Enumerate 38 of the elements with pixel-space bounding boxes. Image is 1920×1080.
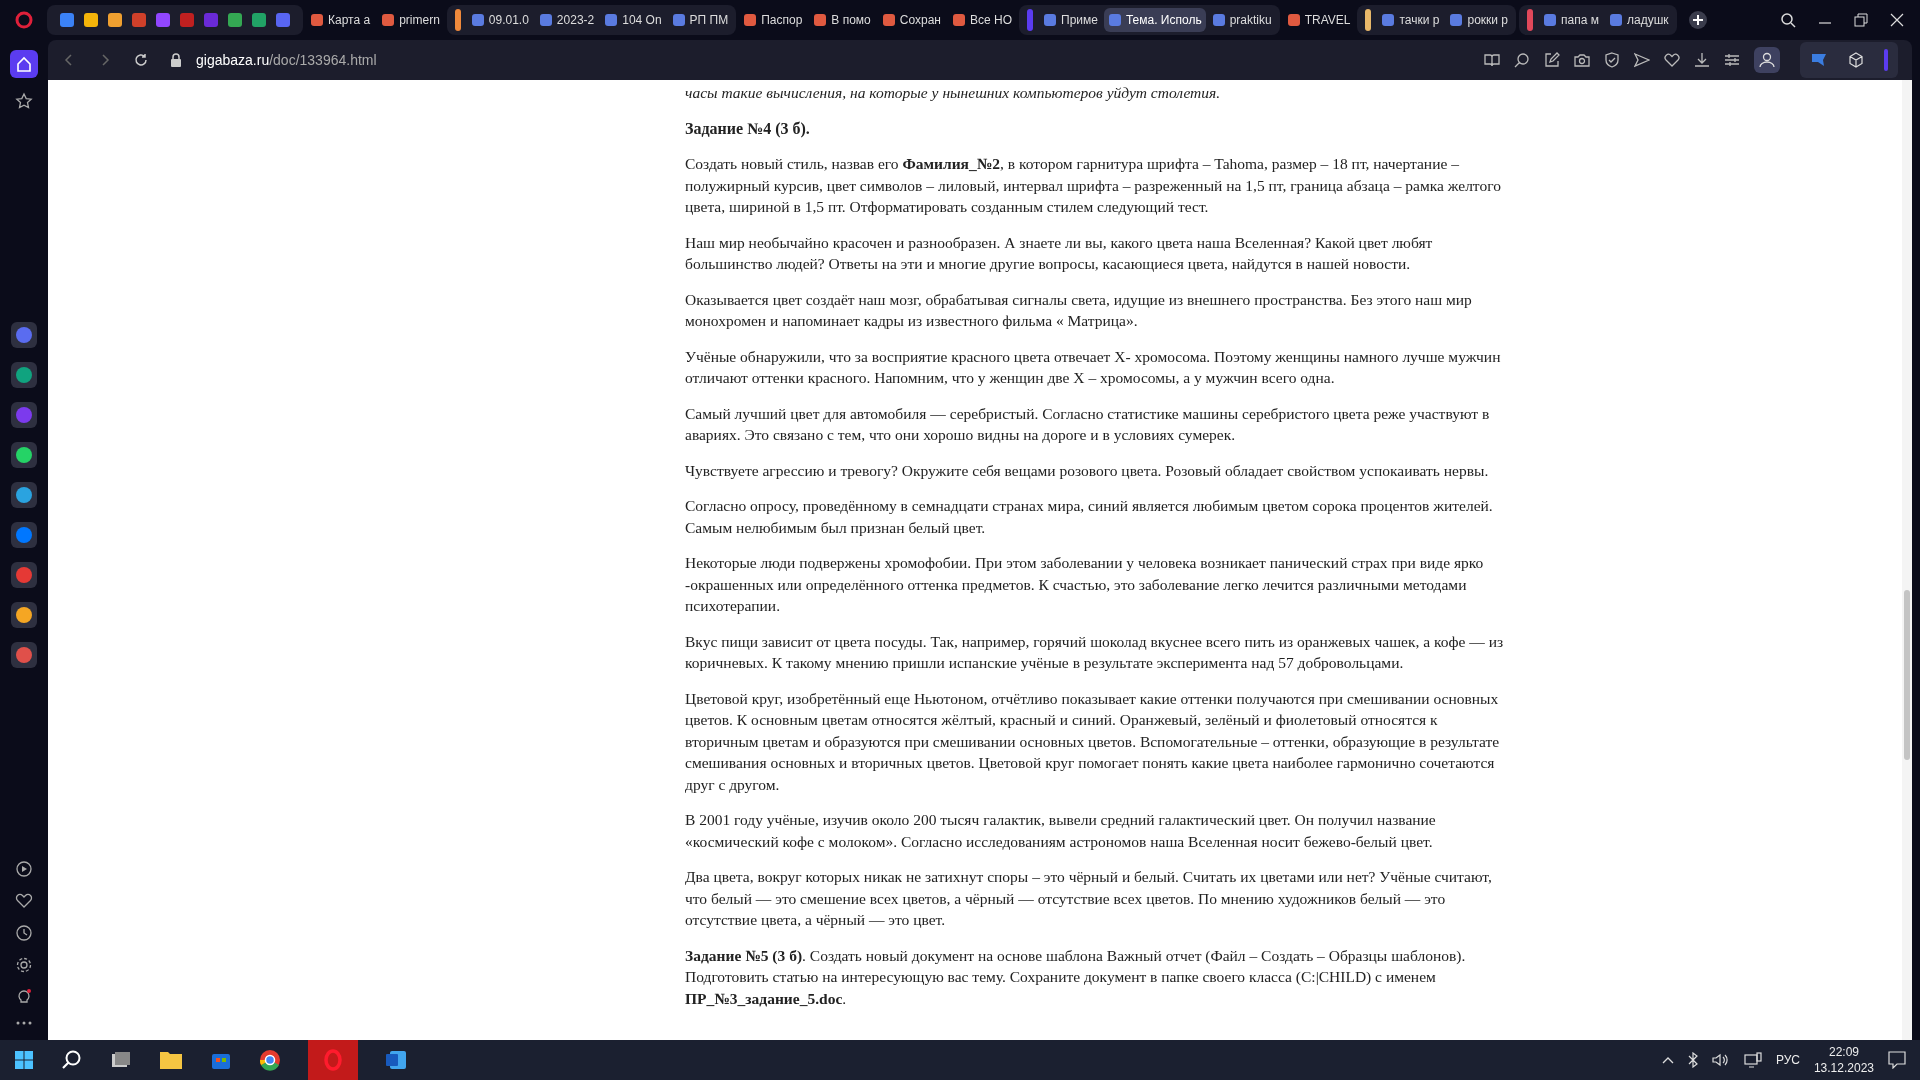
paragraph: Самый лучший цвет для автомобиля — серебристый. Согласно статистике машины серебристого цвета реже участвуют в авариях. Это связано с тем, что они хорошо видны на дороге и в условиях сумерек. [685, 403, 1491, 445]
browser-tab[interactable]: В помо [809, 8, 875, 32]
browser-tab[interactable]: TRAVEL [1282, 8, 1355, 32]
paragraph: Наш мир необычайно красочен и разнообразен. А знаете ли вы, какого цвета наша Вселенная? Какой цвет любят большинство людей? Ответы на эти и многие другие вопросы, касающиеся цвета, найдутся в нашей новости. [685, 232, 1434, 274]
clock[interactable]: 22:09 13.12.2023 [1813, 1044, 1874, 1076]
browser-tab[interactable]: Все НО [948, 8, 1016, 32]
browser-tab[interactable]: primern [377, 8, 444, 32]
clock-date: 13.12.2023 [1813, 1060, 1874, 1076]
browser-tab[interactable]: ладушк [1604, 8, 1673, 32]
paragraph: Оказывается цвет создаёт наш мозг, обрабатывая сигналы света, идущие из внешнего пространства. Без этого наш мир монохромен и напоминает кадры из известного фильма « Матрица». [685, 289, 1473, 331]
paragraph: Согласно опросу, проведённому в семнадцати странах мира, синий является любимым цветом сорока процентов жителей. Самым нелюбимым был признан белый цвет. [685, 496, 1494, 538]
browser-tab[interactable]: рокки р [1445, 8, 1513, 32]
clock-time: 22:09 [1828, 1044, 1859, 1060]
paragraph: Задание №5 (3 б). Создать новый документ на основе шаблона Важный отчет (Файл – Создать – Образцы шаблонов). Подготовить статью на интересующую вас тему. Сохраните документ в папке своего класса (C:|CHILD) с именем ПР_№3_задание_5.doc. [685, 945, 1467, 1009]
browser-tab[interactable]: 104 On [600, 8, 666, 32]
paragraph: Чувствуете агрессию и тревогу? Окружите себя вещами розового цвета. Розовый обладает свойством успокаивать нервы. [685, 460, 1490, 481]
paragraph: Цветовой круг, изобретённый еще Ньютоном, отчётливо показывает какие оттенки получаются при смешивании основных цветов. К основным цветам относятся жёлтый, красный и синий. Оранжевый, зелёный и фиолетовый относятся к вторичным цветам и образуются при смешивании основных цветов. Вспомогательные – оттенки, образующие в результате смешивания основных и вторичных цветов. Цветовой круг помогает понять какие цвета наиболее гармонично сочетаются друг с другом. [685, 688, 1501, 795]
browser-tab[interactable]: 09.01.0 [466, 8, 533, 32]
address-field[interactable]: gigabaza.ru/doc/133964.html [196, 52, 377, 68]
browser-tab[interactable]: praktiku [1207, 8, 1276, 32]
browser-tab[interactable]: Паспор [739, 8, 807, 32]
paragraph: Некоторые люди подвержены хромофобии. При этом заболевании у человека возникает панический страх при виде ярко -окрашенных или определённого оттенка предметов. К счастью, это заболевание легко лечится различными методами психотерапии. [685, 553, 1485, 616]
task-heading: Задание №4 (3 б). [685, 118, 811, 139]
browser-tab[interactable]: тачки р [1377, 8, 1444, 32]
browser-tab[interactable]: РП ПМ [667, 8, 733, 32]
paragraph: часы такие вычисления, на которые у нынешних компьютеров уйдут столетия. [685, 83, 1222, 103]
browser-tab[interactable]: 2023-2 [534, 8, 599, 32]
browser-tab[interactable]: Приме [1039, 8, 1102, 32]
paragraph: Вкус пищи зависит от цвета посуды. Так, например, горячий шоколад вкуснее всего пить из оранжевых чашек, а кофе — из коричневых. К такому мнению пришли испанские учёные в результате эксперимента над 57 добровольцами. [685, 631, 1505, 673]
paragraph: Учёные обнаружили, что за восприятие красного цвета отвечает Х- хромосома. Поэтому женщины намного лучше мужчин отличают оттенки красного. Напомним, что у женщин две Х – хромосомы, а у мужчин всего одна. [685, 346, 1502, 388]
browser-tab[interactable]: Карта а [306, 8, 375, 32]
paragraph: В 2001 году учёные, изучив около 200 тысяч галактик, вывели средний галактический цвет. Он получил название «космический кофе с молоком». Согласно исследованиям астрономов наша Вселенная носит бежево-белый цвет. [685, 810, 1437, 852]
paragraph: Создать новый стиль, назвав его Фамилия_№2, в котором гарнитура шрифта – Tahoma, размер – 18 пт, начертание – полужирный курсив, цвет символов – лиловый, интервал шрифта – разреженный на 1,5 пт, граница абзаца – рамка желтого цвета, шириной в 1,5 пт. Отформатировать созданным стилем следующий тест. [685, 154, 1502, 217]
paragraph: Два цвета, вокруг которых никак не затихнут споры – это чёрный и белый. Считать их цветами или нет? Учёные считают, что белый — это смешение всех цветов, а чёрный — отсутствие всех цветов. По мнению художников белый — это отсутствие цвета, а чёрный — это цвет. [685, 867, 1493, 930]
keyboard-language[interactable]: РУС [1775, 1053, 1800, 1067]
browser-tab[interactable]: Тема. Исполь [1103, 8, 1206, 32]
browser-tab[interactable]: папа м [1539, 8, 1603, 32]
browser-tab[interactable]: Сохран [877, 8, 945, 32]
